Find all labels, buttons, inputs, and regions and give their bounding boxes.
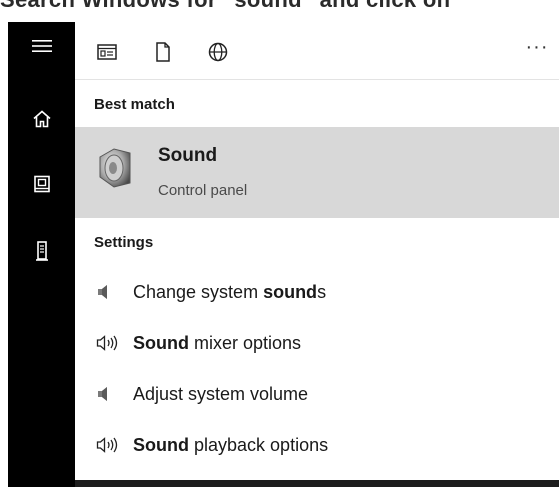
documents-filter-icon: [156, 42, 170, 62]
sidebar-notebook-button[interactable]: [8, 160, 75, 208]
sidebar-devices-button[interactable]: [8, 227, 75, 275]
settings-heading: Settings: [94, 234, 154, 251]
start-sidebar: [8, 22, 75, 487]
best-match-subtitle: Control panel: [158, 182, 248, 199]
speaker-waves-icon: [96, 435, 122, 460]
filter-toolbar: ···: [75, 22, 559, 80]
web-filter-button[interactable]: [198, 32, 238, 72]
settings-item-label: Change system sounds: [133, 282, 327, 302]
best-match-result[interactable]: Sound Control panel: [75, 127, 559, 218]
best-match-heading: Best match: [94, 96, 175, 113]
settings-item-label: Sound mixer options: [133, 333, 302, 353]
apps-filter-icon: [97, 44, 117, 60]
documents-filter-button[interactable]: [143, 32, 183, 72]
settings-item[interactable]: Sound playback options: [75, 421, 559, 471]
speaker-small-icon: [96, 282, 112, 307]
settings-item[interactable]: Sound mixer options: [75, 319, 559, 369]
more-options-button[interactable]: ···: [521, 36, 553, 66]
bottom-edge: [75, 480, 559, 487]
hamburger-icon: [31, 40, 52, 52]
speaker-waves-icon: [96, 333, 122, 358]
home-icon: [32, 110, 51, 128]
sidebar-menu-button[interactable]: [8, 22, 75, 70]
speaker-small-icon: [96, 384, 112, 409]
tower-icon: [35, 241, 48, 261]
sidebar-home-button[interactable]: [8, 95, 75, 143]
apps-filter-button[interactable]: [87, 32, 127, 72]
speaker-icon: [94, 143, 136, 196]
web-filter-icon: [208, 42, 228, 62]
caption-text: Search Windows for “sound” and click on: [0, 0, 450, 13]
settings-item-label: Adjust system volume: [133, 384, 309, 404]
instruction-caption: Search Windows for “sound” and click on: [0, 0, 559, 24]
best-match-title: Sound: [158, 145, 218, 166]
notebook-icon: [33, 175, 50, 193]
settings-item-label: Sound playback options: [133, 435, 329, 455]
search-results-panel: ··· Best match Sound Control panel Setti…: [75, 22, 559, 487]
settings-item[interactable]: Adjust system volume: [75, 370, 559, 420]
settings-item[interactable]: Change system sounds: [75, 268, 559, 318]
